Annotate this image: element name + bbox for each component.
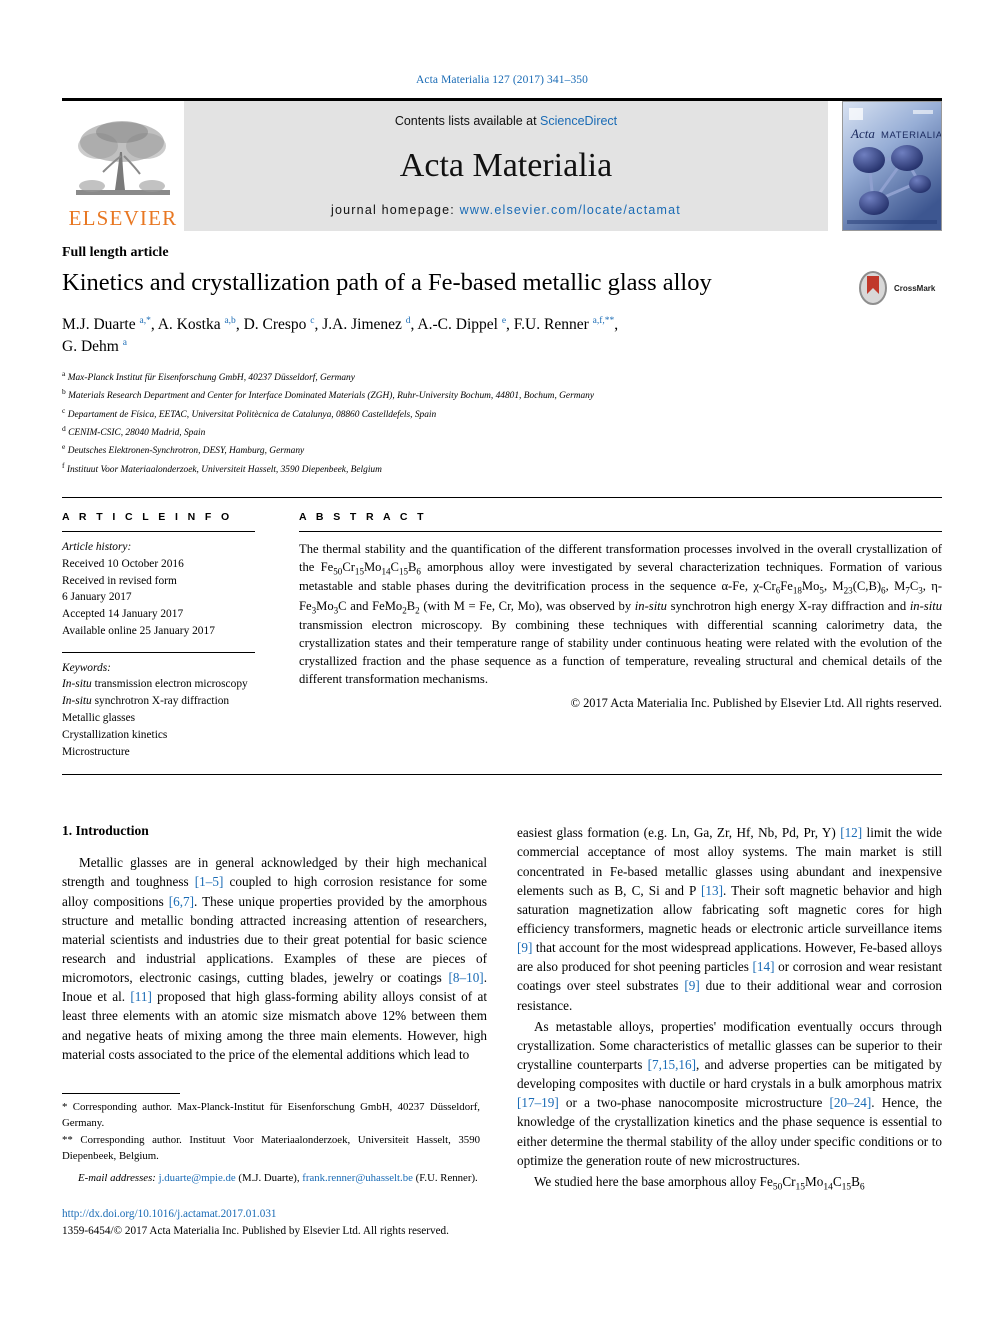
elsevier-wordmark: ELSEVIER — [68, 206, 178, 230]
affiliation-text: Instituut Voor Materiaalonderzoek, Unive… — [66, 464, 382, 475]
page-content: Acta Materialia 127 (2017) 341–350 ELSEV… — [62, 0, 942, 1197]
history-item: Received in revised form — [62, 574, 177, 587]
affiliation-list: a Max-Planck Institut für Eisenforschung… — [62, 368, 942, 478]
svg-text:Acta: Acta — [850, 126, 875, 141]
article-info-heading: A R T I C L E I N F O — [62, 511, 233, 524]
affiliation-item: a Max-Planck Institut für Eisenforschung… — [62, 368, 355, 384]
article-info-column: A R T I C L E I N F O Article history: R… — [62, 511, 277, 760]
journal-cover-thumbnail: Acta MATERIALIA — [842, 101, 942, 231]
abstract-copyright: © 2017 Acta Materialia Inc. Published by… — [570, 695, 942, 710]
crossmark-badge[interactable]: CrossMark — [856, 269, 942, 305]
issn-copyright-line: 1359-6454/© 2017 Acta Materialia Inc. Pu… — [62, 1224, 449, 1237]
svg-text:MATERIALIA: MATERIALIA — [881, 130, 941, 141]
divider — [62, 531, 255, 533]
elsevier-logo: ELSEVIER — [62, 101, 184, 231]
affiliation-text: Departament de Física, EETAC, Universita… — [67, 409, 437, 420]
history-item: Available online 25 January 2017 — [62, 624, 215, 637]
keywords-label: Keywords: — [62, 661, 111, 674]
paper-page: Acta Materialia 127 (2017) 341–350 ELSEV… — [0, 0, 992, 1323]
affiliation-item: d CENIM-CSIC, 28040 Madrid, Spain — [62, 424, 206, 439]
article-history-block: Article history: Received 10 October 201… — [62, 539, 255, 640]
body-right-column: easiest glass formation (e.g. Ln, Ga, Zr… — [517, 823, 942, 1197]
affiliation-text: Max-Planck Institut für Eisenforschung G… — [67, 373, 355, 384]
section-title-introduction: 1. Introduction — [62, 823, 149, 839]
abstract-heading: A B S T R A C T — [299, 511, 427, 524]
paragraph: We studied here the base amorphous alloy… — [534, 1173, 865, 1193]
crossmark-label: CrossMark — [894, 283, 936, 293]
email-label: E-mail addresses: — [78, 1171, 156, 1184]
masthead-center-panel: Contents lists available at ScienceDirec… — [184, 101, 828, 231]
affiliation-item: f Instituut Voor Materiaalonderzoek, Uni… — [62, 460, 382, 475]
history-item: Received 10 October 2016 — [62, 557, 184, 570]
affiliation-text: CENIM-CSIC, 28040 Madrid, Spain — [68, 428, 206, 439]
email-owner-2: (F.U. Renner). — [415, 1171, 478, 1184]
author-list: M.J. Duarte a,*, A. Kostka a,b, D. Cresp… — [62, 314, 942, 359]
info-abstract-panel: A R T I C L E I N F O Article history: R… — [62, 497, 942, 776]
page-title: Kinetics and crystallization path of a F… — [62, 269, 712, 296]
affiliation-text: Deutsches Elektronen-Synchrotron, DESY, … — [67, 446, 305, 457]
footnotes-block: * Corresponding author. Max-Planck-Insti… — [62, 1093, 480, 1186]
affiliation-item: b Materials Research Department and Cent… — [62, 387, 595, 402]
paragraph: easiest glass formation (e.g. Ln, Ga, Zr… — [517, 825, 943, 1013]
homepage-prefix: journal homepage: — [331, 203, 460, 217]
divider — [62, 651, 255, 653]
footnote-divider — [62, 1093, 180, 1094]
homepage-url-link[interactable]: www.elsevier.com/locate/actamat — [460, 203, 681, 217]
journal-reference: Acta Materialia 127 (2017) 341–350 — [415, 74, 589, 86]
keyword-item: Metallic glasses — [62, 711, 136, 724]
footnote-corresponding-1: * Corresponding author. Max-Planck-Insti… — [62, 1101, 480, 1129]
keyword-item: Crystallization kinetics — [62, 728, 168, 741]
contents-available-line: Contents lists available at ScienceDirec… — [395, 114, 617, 128]
author-line-1: M.J. Duarte a,*, A. Kostka a,b, D. Cresp… — [62, 315, 619, 333]
history-item: Accepted 14 January 2017 — [62, 608, 184, 621]
affiliation-text: Materials Research Department and Center… — [68, 391, 595, 402]
journal-title: Acta Materialia — [399, 146, 613, 184]
sciencedirect-link[interactable]: ScienceDirect — [540, 114, 617, 128]
journal-masthead: ELSEVIER Contents lists available at Sci… — [62, 98, 942, 231]
article-type-label: Full length article — [62, 245, 169, 260]
paragraph: As metastable alloys, properties' modifi… — [517, 1018, 942, 1168]
cover-artwork: Acta MATERIALIA — [843, 102, 941, 230]
divider — [299, 531, 942, 533]
email-owner-1: (M.J. Duarte), — [238, 1171, 300, 1184]
footnote-emails: E-mail addresses: j.duarte@mpie.de (M.J.… — [62, 1171, 480, 1187]
keyword-item: Microstructure — [62, 745, 130, 758]
keyword-item: In-situ transmission electron microscopy — [62, 678, 248, 691]
title-row: Kinetics and crystallization path of a F… — [62, 269, 942, 305]
email-link-1[interactable]: j.duarte@mpie.de — [159, 1172, 236, 1184]
keywords-block: Keywords: In-situ transmission electron … — [62, 660, 255, 761]
abstract-column: A B S T R A C T The thermal stability an… — [277, 511, 942, 760]
footer-doi-block: http://dx.doi.org/10.1016/j.actamat.2017… — [62, 1206, 492, 1240]
doi-link[interactable]: http://dx.doi.org/10.1016/j.actamat.2017… — [62, 1206, 492, 1223]
paragraph: Metallic glasses are in general acknowle… — [62, 855, 487, 1062]
affiliation-item: e Deutsches Elektronen-Synchrotron, DESY… — [62, 442, 305, 457]
crossmark-icon — [859, 271, 887, 305]
elsevier-tree-icon — [76, 121, 170, 195]
footnote-corresponding-2: ** Corresponding author. Instituut Voor … — [62, 1134, 480, 1162]
history-item: 6 January 2017 — [62, 591, 132, 604]
contents-prefix: Contents lists available at — [394, 114, 541, 128]
affiliation-item: c Departament de Física, EETAC, Universi… — [62, 405, 437, 420]
email-link-2[interactable]: frank.renner@uhasselt.be — [302, 1172, 413, 1184]
author-line-2: G. Dehm a — [62, 338, 127, 356]
abstract-text: The thermal stability and the quantifica… — [299, 542, 943, 686]
article-history-label: Article history: — [62, 541, 132, 554]
journal-homepage-line: journal homepage: www.elsevier.com/locat… — [331, 203, 681, 217]
keyword-item: In-situ synchrotron X-ray diffraction — [62, 695, 230, 708]
